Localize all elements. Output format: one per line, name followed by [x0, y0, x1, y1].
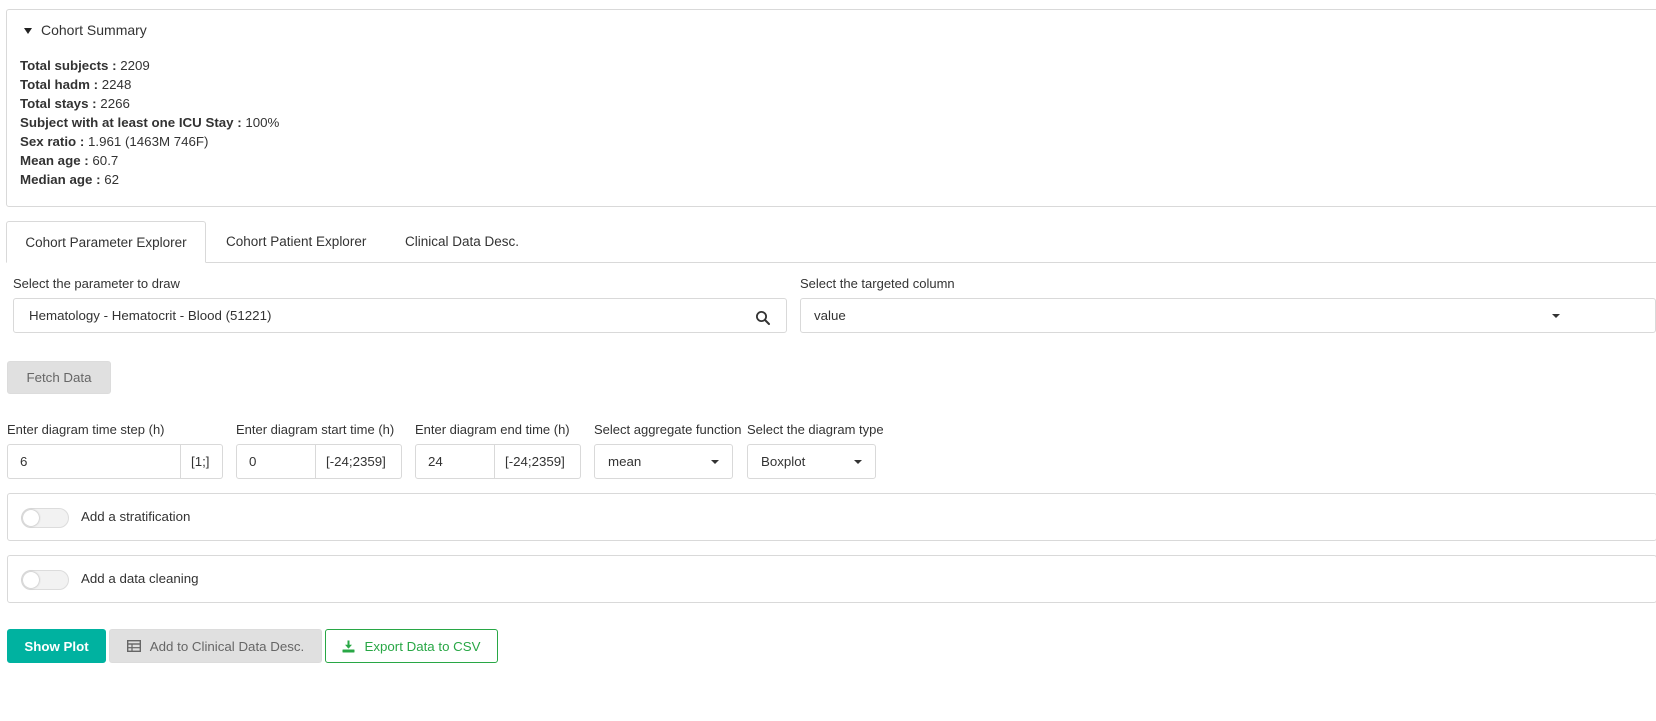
column-select-value: value — [814, 308, 846, 323]
table-icon — [126, 640, 141, 652]
aggregate-label: Select aggregate function — [594, 422, 742, 437]
start-time-label: Enter diagram start time (h) — [236, 422, 395, 437]
diagram-type-label: Select the diagram type — [747, 422, 884, 437]
tab-cohort-parameter-explorer[interactable]: Cohort Parameter Explorer — [6, 221, 206, 263]
data-cleaning-label: Add a data cleaning — [81, 571, 199, 586]
stat-mean-age: Mean age : 60.7 — [20, 153, 119, 168]
start-time-input[interactable] — [236, 444, 316, 479]
time-step-group: [1;] — [7, 444, 223, 479]
time-step-label: Enter diagram time step (h) — [7, 422, 165, 437]
time-step-range: [1;] — [181, 444, 223, 479]
caret-down-icon — [854, 459, 862, 464]
add-to-clinical-data-label: Add to Clinical Data Desc. — [149, 638, 305, 654]
tab-bar: Cohort Parameter Explorer Cohort Patient… — [6, 221, 1656, 263]
time-step-input[interactable] — [7, 444, 181, 479]
start-time-range: [-24;2359] — [316, 444, 402, 479]
end-time-input[interactable] — [415, 444, 495, 479]
parameter-label: Select the parameter to draw — [13, 276, 180, 291]
add-to-clinical-data-button[interactable]: Add to Clinical Data Desc. — [109, 629, 322, 663]
end-time-group: [-24;2359] — [415, 444, 581, 479]
caret-down-icon — [711, 459, 719, 464]
end-time-range: [-24;2359] — [495, 444, 581, 479]
caret-down-icon — [1552, 313, 1560, 318]
column-label: Select the targeted column — [800, 276, 955, 291]
show-plot-button[interactable]: Show Plot — [7, 629, 106, 663]
column-select[interactable]: value — [800, 298, 1656, 333]
toggle-knob — [23, 572, 39, 588]
aggregate-select[interactable]: mean — [594, 444, 733, 479]
fetch-data-button[interactable]: Fetch Data — [7, 361, 111, 394]
stratification-toggle[interactable] — [21, 508, 69, 528]
cohort-summary-stats: Total subjects : 2209 Total hadm : 2248 … — [20, 56, 279, 189]
stat-sex-ratio: Sex ratio : 1.961 (1463M 746F) — [20, 134, 209, 149]
start-time-group: [-24;2359] — [236, 444, 402, 479]
caret-down-icon — [24, 27, 32, 34]
stratification-label: Add a stratification — [81, 509, 191, 524]
cohort-summary-panel: Cohort Summary Total subjects : 2209 Tot… — [6, 9, 1656, 207]
export-csv-button[interactable]: Export Data to CSV — [325, 629, 498, 663]
stat-total-subjects: Total subjects : 2209 — [20, 58, 150, 73]
cohort-summary-toggle[interactable]: Cohort Summary — [24, 22, 147, 38]
data-cleaning-panel: Add a data cleaning — [7, 555, 1656, 603]
search-icon[interactable] — [755, 310, 771, 326]
tab-cohort-patient-explorer[interactable]: Cohort Patient Explorer — [226, 221, 366, 262]
download-icon — [342, 640, 355, 652]
stat-total-stays: Total stays : 2266 — [20, 96, 130, 111]
aggregate-select-value: mean — [608, 454, 642, 469]
tab-clinical-data-desc[interactable]: Clinical Data Desc. — [405, 221, 519, 262]
diagram-type-select-value: Boxplot — [761, 454, 806, 469]
stat-total-hadm: Total hadm : 2248 — [20, 77, 132, 92]
cohort-summary-title: Cohort Summary — [41, 22, 147, 38]
stat-icu-stay: Subject with at least one ICU Stay : 100… — [20, 115, 280, 130]
show-plot-label: Show Plot — [24, 638, 89, 654]
diagram-type-select[interactable]: Boxplot — [747, 444, 876, 479]
export-csv-label: Export Data to CSV — [364, 638, 481, 654]
data-cleaning-toggle[interactable] — [21, 570, 69, 590]
end-time-label: Enter diagram end time (h) — [415, 422, 570, 437]
toggle-knob — [23, 510, 39, 526]
stat-median-age: Median age : 62 — [20, 172, 120, 187]
stratification-panel: Add a stratification — [7, 493, 1656, 541]
parameter-search-input[interactable] — [13, 298, 787, 333]
